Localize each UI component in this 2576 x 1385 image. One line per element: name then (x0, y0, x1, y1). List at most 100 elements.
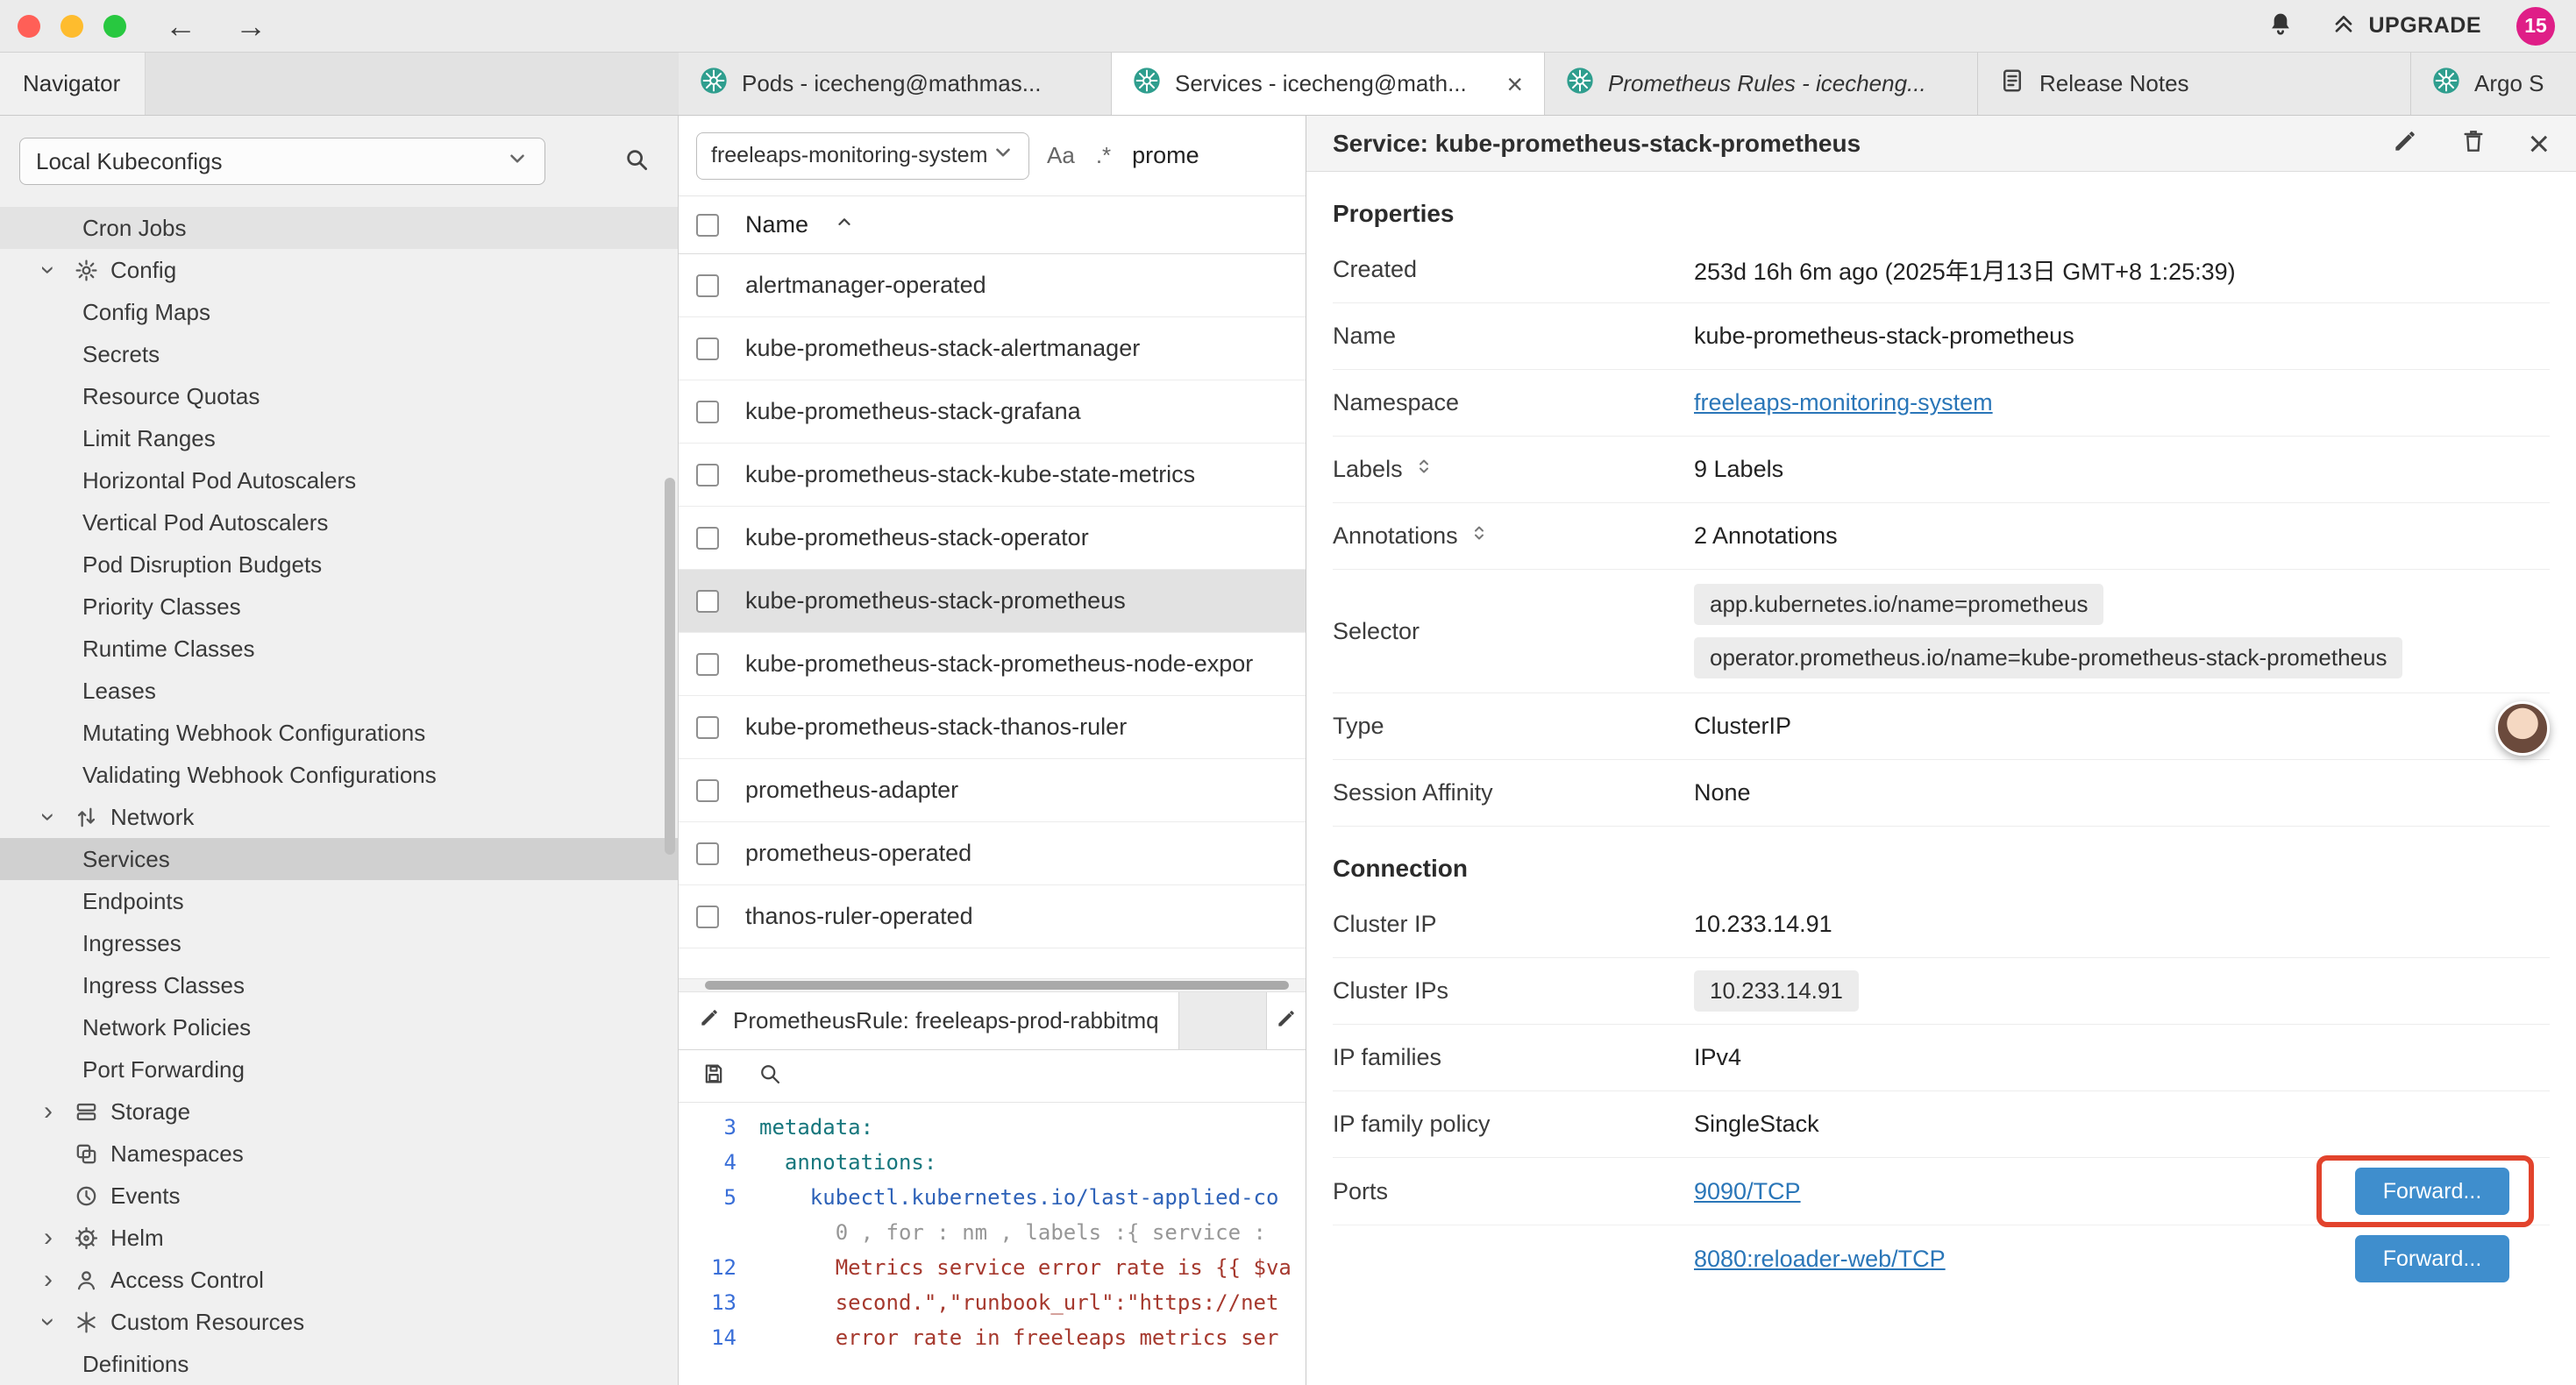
config-icon (74, 258, 110, 283)
row-checkbox[interactable] (696, 779, 719, 802)
sidebar-item-mutating-webhook-configurations[interactable]: Mutating Webhook Configurations (0, 712, 678, 754)
row-checkbox[interactable] (696, 906, 719, 928)
table-row[interactable]: kube-prometheus-stack-thanos-ruler (679, 696, 1306, 759)
sidebar-item-secrets[interactable]: Secrets (0, 333, 678, 375)
user-avatar[interactable] (2495, 701, 2550, 756)
row-checkbox[interactable] (696, 590, 719, 613)
table-row[interactable]: kube-prometheus-stack-prometheus-node-ex… (679, 633, 1306, 696)
select-all-checkbox[interactable] (696, 214, 719, 237)
tab-argo[interactable]: Argo S (2411, 53, 2576, 115)
table-row[interactable]: kube-prometheus-stack-kube-state-metrics (679, 444, 1306, 507)
tab-prometheus-rules[interactable]: Prometheus Rules - icecheng... (1545, 53, 1978, 115)
yaml-editor[interactable]: 3metadata: 4 annotations: 5 kubectl.kube… (679, 1103, 1306, 1385)
match-case-toggle[interactable]: Aa (1047, 142, 1075, 169)
forward-icon[interactable]: → (235, 11, 267, 42)
regex-toggle[interactable]: .* (1096, 142, 1111, 169)
table-row[interactable]: prometheus-operated (679, 822, 1306, 885)
notifications-bell-icon[interactable] (2266, 10, 2295, 42)
save-icon[interactable] (701, 1062, 726, 1090)
upgrade-button[interactable]: UPGRADE (2330, 9, 2481, 43)
dock-tab-partial[interactable] (1266, 992, 1306, 1049)
sidebar-item-config[interactable]: ›Config (0, 249, 678, 291)
delete-trash-icon[interactable] (2459, 127, 2487, 160)
chevron-expanded-icon[interactable]: › (44, 255, 74, 285)
namespace-filter-select[interactable]: freeleaps-monitoring-system (696, 132, 1029, 180)
table-row[interactable]: kube-prometheus-stack-grafana (679, 380, 1306, 444)
table-row-selected[interactable]: kube-prometheus-stack-prometheus (679, 570, 1306, 633)
search-input[interactable]: prome (1132, 142, 1199, 169)
tab-pods[interactable]: Pods - icecheng@mathmas... (679, 53, 1112, 115)
close-tab-icon[interactable]: × (1506, 70, 1523, 98)
zoom-window-button[interactable] (103, 15, 126, 38)
sidebar-item-limit-ranges[interactable]: Limit Ranges (0, 417, 678, 459)
sidebar-search-icon[interactable] (623, 146, 650, 177)
sidebar-item-network[interactable]: ›Network (0, 796, 678, 838)
expand-collapse-icon[interactable] (1413, 456, 1434, 483)
notification-count-badge[interactable]: 15 (2516, 7, 2555, 46)
sidebar-item-resource-quotas[interactable]: Resource Quotas (0, 375, 678, 417)
sidebar-item-ingress-classes[interactable]: Ingress Classes (0, 964, 678, 1006)
name-column-header[interactable]: Name (745, 211, 808, 238)
chevron-expanded-icon[interactable]: › (44, 802, 74, 832)
table-row[interactable]: thanos-ruler-operated (679, 885, 1306, 948)
sidebar-item-services[interactable]: Services (0, 838, 678, 880)
sidebar-item-vertical-pod-autoscalers[interactable]: Vertical Pod Autoscalers (0, 501, 678, 543)
dock-tab-prometheusrule[interactable]: PrometheusRule: freeleaps-prod-rabbitmq (679, 992, 1179, 1049)
port-9090-link[interactable]: 9090/TCP (1694, 1178, 1801, 1205)
minimize-window-button[interactable] (60, 15, 83, 38)
sidebar-item-config-maps[interactable]: Config Maps (0, 291, 678, 333)
row-checkbox[interactable] (696, 716, 719, 739)
sidebar-item-access-control[interactable]: ›Access Control (0, 1259, 678, 1301)
forward-port-button[interactable]: Forward... (2355, 1235, 2509, 1282)
expand-collapse-icon[interactable] (1469, 522, 1490, 550)
kubeconfig-selector[interactable]: Local Kubeconfigs (19, 138, 545, 185)
scrollbar-thumb[interactable] (705, 981, 1289, 990)
row-checkbox[interactable] (696, 337, 719, 360)
sidebar-item-events[interactable]: Events (0, 1175, 678, 1217)
sidebar-item-validating-webhook-configurations[interactable]: Validating Webhook Configurations (0, 754, 678, 796)
row-checkbox[interactable] (696, 464, 719, 487)
sort-ascending-icon[interactable] (835, 211, 854, 238)
sidebar-item-network-policies[interactable]: Network Policies (0, 1006, 678, 1048)
row-checkbox[interactable] (696, 653, 719, 676)
row-checkbox[interactable] (696, 842, 719, 865)
sidebar-item-helm[interactable]: ›Helm (0, 1217, 678, 1259)
table-row[interactable]: kube-prometheus-stack-operator (679, 507, 1306, 570)
sidebar-item-port-forwarding[interactable]: Port Forwarding (0, 1048, 678, 1090)
chevron-collapsed-icon[interactable]: › (44, 1265, 74, 1295)
forward-port-button[interactable]: Forward... (2355, 1168, 2509, 1215)
sidebar-item-leases[interactable]: Leases (0, 670, 678, 712)
row-checkbox[interactable] (696, 274, 719, 297)
sidebar-item-namespaces[interactable]: Namespaces (0, 1133, 678, 1175)
sidebar-scrollbar[interactable] (665, 478, 675, 855)
close-icon[interactable]: × (2528, 125, 2550, 162)
sidebar-item-horizontal-pod-autoscalers[interactable]: Horizontal Pod Autoscalers (0, 459, 678, 501)
editor-search-icon[interactable] (758, 1062, 782, 1090)
sidebar-item-storage[interactable]: ›Storage (0, 1090, 678, 1133)
sidebar-item-cron-jobs[interactable]: Cron Jobs (0, 207, 678, 249)
table-row[interactable]: kube-prometheus-stack-alertmanager (679, 317, 1306, 380)
back-icon[interactable]: ← (165, 11, 196, 42)
close-window-button[interactable] (18, 15, 40, 38)
sidebar-item-custom-resources[interactable]: ›Custom Resources (0, 1301, 678, 1343)
namespace-link[interactable]: freeleaps-monitoring-system (1694, 389, 1993, 416)
sidebar-item-priority-classes[interactable]: Priority Classes (0, 586, 678, 628)
tab-services[interactable]: Services - icecheng@math... × (1112, 53, 1545, 115)
chevron-collapsed-icon[interactable]: › (44, 1223, 74, 1253)
tab-release-notes[interactable]: Release Notes (1978, 53, 2411, 115)
chevron-collapsed-icon[interactable]: › (44, 1097, 74, 1126)
edit-pencil-icon[interactable] (2391, 127, 2419, 160)
tab-navigator[interactable]: Navigator (0, 53, 146, 115)
row-checkbox[interactable] (696, 401, 719, 423)
sidebar-item-ingresses[interactable]: Ingresses (0, 922, 678, 964)
sidebar-item-definitions[interactable]: Definitions (0, 1343, 678, 1385)
chevron-expanded-icon[interactable]: › (44, 1307, 74, 1337)
table-row[interactable]: prometheus-adapter (679, 759, 1306, 822)
horizontal-scrollbar[interactable] (679, 978, 1306, 992)
sidebar-item-runtime-classes[interactable]: Runtime Classes (0, 628, 678, 670)
row-checkbox[interactable] (696, 527, 719, 550)
sidebar-item-endpoints[interactable]: Endpoints (0, 880, 678, 922)
table-row[interactable]: alertmanager-operated (679, 254, 1306, 317)
port-8080-link[interactable]: 8080:reloader-web/TCP (1694, 1246, 1946, 1273)
sidebar-item-pod-disruption-budgets[interactable]: Pod Disruption Budgets (0, 543, 678, 586)
